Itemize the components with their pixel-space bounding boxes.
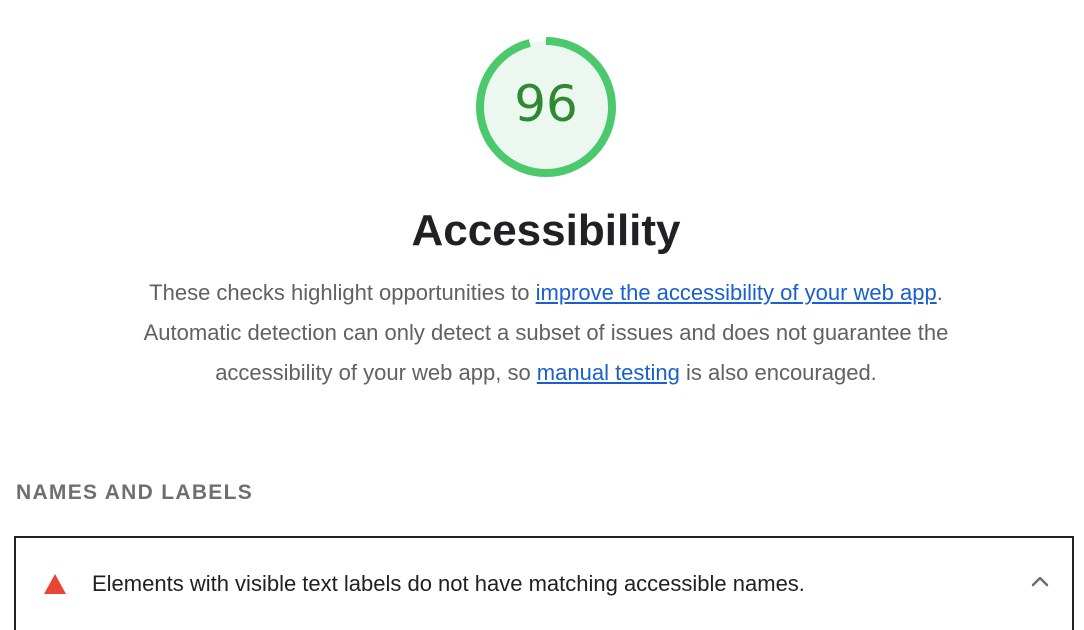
- lighthouse-report: 96 Accessibility These checks highlight …: [0, 0, 1084, 630]
- section-title: NAMES AND LABELS: [16, 481, 254, 504]
- improve-accessibility-link[interactable]: improve the accessibility of your web ap…: [536, 280, 937, 305]
- description-text: These checks highlight opportunities to: [149, 280, 536, 305]
- category-description: These checks highlight opportunities to …: [140, 273, 952, 393]
- category-title: Accessibility: [411, 206, 681, 255]
- score-value: 96: [514, 75, 578, 133]
- audit-title: Elements with visible text labels do not…: [92, 571, 805, 596]
- chevron-up-icon[interactable]: [1030, 574, 1050, 588]
- audit-item[interactable]: Elements with visible text labels do not…: [14, 536, 1074, 630]
- manual-testing-link[interactable]: manual testing: [537, 360, 680, 385]
- fail-triangle-icon: [44, 574, 66, 594]
- description-text: is also encouraged.: [679, 360, 877, 385]
